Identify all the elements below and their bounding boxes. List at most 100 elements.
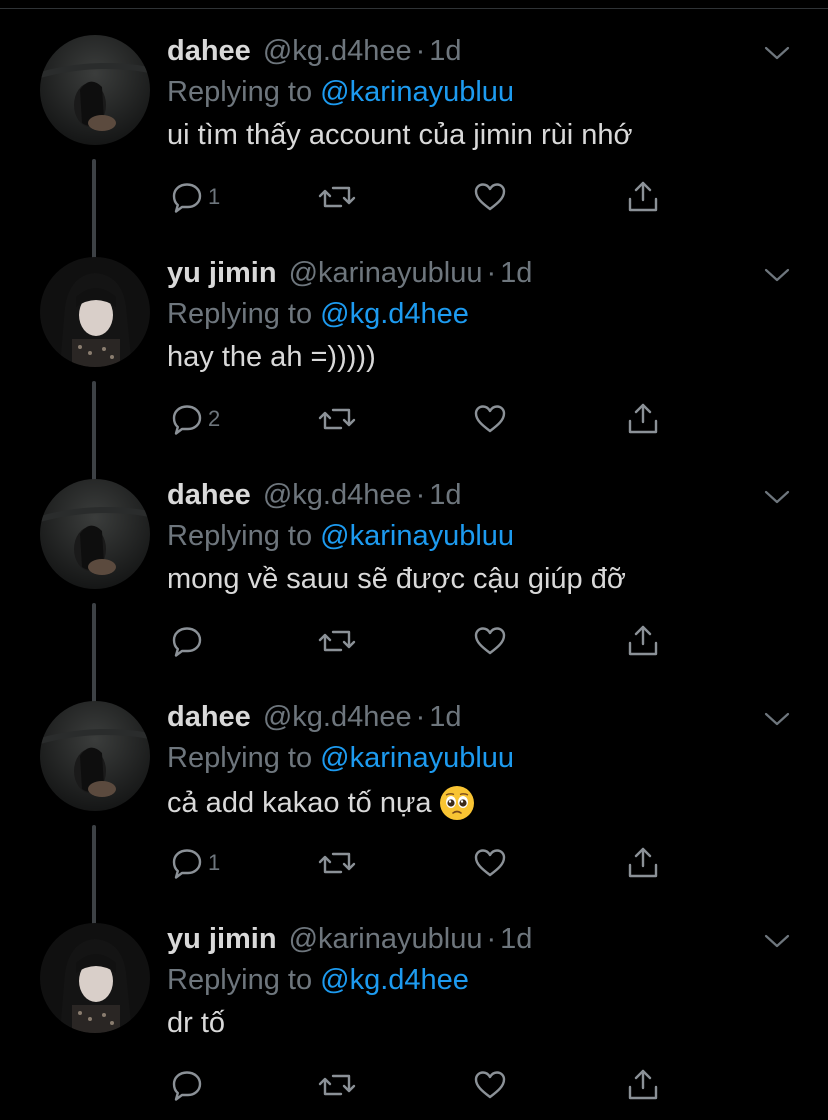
mention-link[interactable]: @karinayubluu <box>320 520 514 552</box>
reply-icon <box>170 846 204 880</box>
reply-icon <box>170 402 204 436</box>
display-name[interactable]: yu jimin <box>167 257 277 290</box>
user-handle[interactable]: @kg.d4hee <box>263 479 412 512</box>
action-bar: 1 <box>167 179 667 219</box>
reply-icon <box>170 1068 204 1102</box>
heart-icon <box>472 624 508 658</box>
reply-button[interactable]: 1 <box>170 179 220 215</box>
separator-dot: · <box>486 923 497 955</box>
retweet-icon <box>317 1068 357 1102</box>
chevron-down-icon[interactable] <box>762 265 792 285</box>
tweet-header: dahee @kg.d4hee · 1d <box>167 479 462 519</box>
retweet-button[interactable] <box>317 179 357 215</box>
top-divider <box>0 8 828 9</box>
share-icon <box>625 402 661 436</box>
mention-link[interactable]: @kg.d4hee <box>320 298 469 330</box>
chevron-down-icon[interactable] <box>762 487 792 507</box>
tweet[interactable]: dahee @kg.d4hee · 1d Replying to @karina… <box>0 479 828 725</box>
display-name[interactable]: dahee <box>167 701 251 734</box>
tweet-text: dr tố <box>167 1007 225 1040</box>
action-bar: 1 <box>167 845 667 885</box>
display-name[interactable]: dahee <box>167 35 251 68</box>
reply-button[interactable]: 1 <box>170 845 220 881</box>
user-handle[interactable]: @karinayubluu <box>289 923 483 956</box>
like-button[interactable] <box>472 401 508 437</box>
reply-count: 1 <box>208 184 221 209</box>
chevron-down-icon[interactable] <box>762 709 792 729</box>
retweet-button[interactable] <box>317 845 357 881</box>
retweet-button[interactable] <box>317 401 357 437</box>
tweet-text: mong về sauu sẽ được cậu giúp đỡ <box>167 563 626 596</box>
user-handle[interactable]: @kg.d4hee <box>263 35 412 68</box>
tweet-text-content: hay the ah =))))) <box>167 341 376 373</box>
share-button[interactable] <box>625 623 661 659</box>
avatar-dahee[interactable] <box>40 35 150 145</box>
separator-dot: · <box>415 701 426 733</box>
retweet-icon <box>317 846 357 880</box>
timestamp[interactable]: 1d <box>500 923 532 956</box>
tweet[interactable]: dahee @kg.d4hee · 1d Replying to @karina… <box>0 35 828 281</box>
user-handle[interactable]: @kg.d4hee <box>263 701 412 734</box>
replying-to-label: Replying to <box>167 520 313 552</box>
tweet-header: yu jimin @karinayubluu · 1d <box>167 257 532 297</box>
tweet[interactable]: yu jimin @karinayubluu · 1d Replying to … <box>0 923 828 1120</box>
share-button[interactable] <box>625 1067 661 1103</box>
separator-dot: · <box>415 35 426 67</box>
replying-to: Replying to @karinayubluu <box>167 520 514 553</box>
user-handle[interactable]: @karinayubluu <box>289 257 483 290</box>
reply-icon <box>170 624 204 658</box>
tweet-text: hay the ah =))))) <box>167 341 376 374</box>
avatar-dahee[interactable] <box>40 701 150 811</box>
chevron-down-icon[interactable] <box>762 931 792 951</box>
share-button[interactable] <box>625 401 661 437</box>
reply-button[interactable] <box>170 623 204 659</box>
retweet-icon <box>317 180 357 214</box>
timestamp[interactable]: 1d <box>429 701 461 734</box>
tweet-text: ui tìm thấy account của jimin rùi nhớ <box>167 119 633 152</box>
like-button[interactable] <box>472 623 508 659</box>
tweet-text-content: dr tố <box>167 1007 226 1039</box>
replying-to-label: Replying to <box>167 964 313 996</box>
pleading-face-emoji <box>439 785 475 821</box>
reply-button[interactable] <box>170 1067 204 1103</box>
separator-dot: · <box>486 257 497 289</box>
timestamp[interactable]: 1d <box>429 35 461 68</box>
replying-to: Replying to @kg.d4hee <box>167 964 469 997</box>
retweet-button[interactable] <box>317 1067 357 1103</box>
reply-count: 1 <box>208 850 221 875</box>
timestamp[interactable]: 1d <box>500 257 532 290</box>
replying-to-label: Replying to <box>167 742 313 774</box>
reply-button[interactable]: 2 <box>170 401 220 437</box>
mention-link[interactable]: @karinayubluu <box>320 76 514 108</box>
mention-link[interactable]: @karinayubluu <box>320 742 514 774</box>
avatar-jimin[interactable] <box>40 257 150 367</box>
heart-icon <box>472 402 508 436</box>
tweet[interactable]: yu jimin @karinayubluu · 1d Replying to … <box>0 257 828 503</box>
tweet-text-content: mong về sauu sẽ được cậu giúp đỡ <box>167 563 626 595</box>
reply-icon <box>170 180 204 214</box>
action-bar: 2 <box>167 401 667 441</box>
tweet-header: dahee @kg.d4hee · 1d <box>167 35 462 75</box>
like-button[interactable] <box>472 1067 508 1103</box>
retweet-icon <box>317 402 357 436</box>
display-name[interactable]: yu jimin <box>167 923 277 956</box>
heart-icon <box>472 846 508 880</box>
mention-link[interactable]: @kg.d4hee <box>320 964 469 996</box>
timestamp[interactable]: 1d <box>429 479 461 512</box>
heart-icon <box>472 1068 508 1102</box>
heart-icon <box>472 180 508 214</box>
like-button[interactable] <box>472 179 508 215</box>
chevron-down-icon[interactable] <box>762 43 792 63</box>
share-button[interactable] <box>625 845 661 881</box>
tweet-header: yu jimin @karinayubluu · 1d <box>167 923 532 963</box>
retweet-button[interactable] <box>317 623 357 659</box>
tweet[interactable]: dahee @kg.d4hee · 1d Replying to @karina… <box>0 701 828 947</box>
avatar-jimin[interactable] <box>40 923 150 1033</box>
avatar-dahee[interactable] <box>40 479 150 589</box>
share-button[interactable] <box>625 179 661 215</box>
replying-to-label: Replying to <box>167 298 313 330</box>
tweet-text-content: cả add kakao tố nựa <box>167 786 432 819</box>
replying-to: Replying to @karinayubluu <box>167 76 514 109</box>
display-name[interactable]: dahee <box>167 479 251 512</box>
like-button[interactable] <box>472 845 508 881</box>
